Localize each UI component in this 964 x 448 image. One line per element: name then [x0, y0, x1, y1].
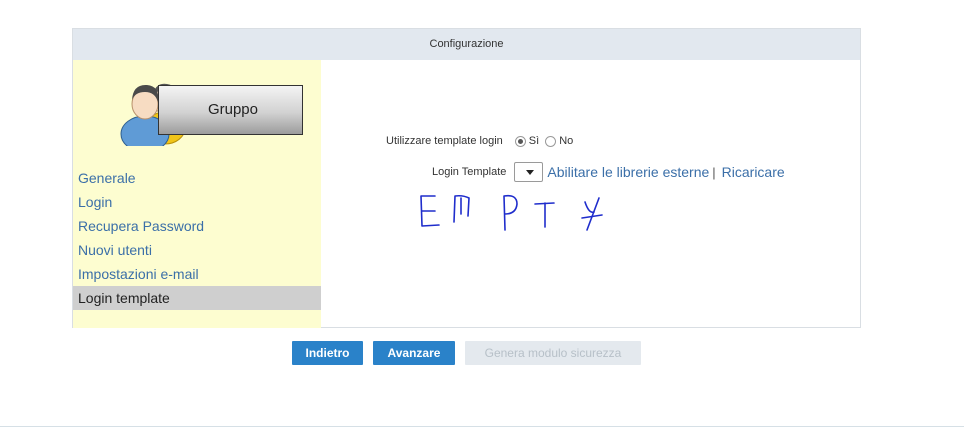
configuration-panel: Configurazione Gruppo Generale Login Rec…	[72, 28, 861, 328]
radio-no[interactable]	[545, 135, 557, 147]
sidebar-item-recupera-password[interactable]: Recupera Password	[73, 214, 321, 238]
sidebar-item-nuovi-utenti[interactable]: Nuovi utenti	[73, 238, 321, 262]
sidebar: Gruppo Generale Login Recupera Password …	[73, 60, 321, 328]
back-button[interactable]: Indietro	[292, 341, 363, 365]
sidebar-item-generale[interactable]: Generale	[73, 166, 321, 190]
sidebar-item-login-template[interactable]: Login template	[73, 286, 321, 310]
sidebar-menu: Generale Login Recupera Password Nuovi u…	[73, 166, 321, 310]
login-template-row: Login Template Abilitare le librerie est…	[432, 162, 785, 182]
radio-yes[interactable]	[514, 135, 526, 147]
sidebar-item-impostazioni-email[interactable]: Impostazioni e-mail	[73, 262, 321, 286]
enable-external-libraries-link[interactable]: Abilitare le librerie esterne	[547, 164, 709, 180]
sidebar-item-login[interactable]: Login	[73, 190, 321, 214]
group-label: Gruppo	[158, 85, 303, 135]
next-button[interactable]: Avanzare	[373, 341, 455, 365]
use-template-label: Utilizzare template login	[386, 135, 503, 147]
handwritten-note	[420, 194, 603, 231]
generate-security-module-button[interactable]: Genera modulo sicurezza	[465, 341, 641, 365]
radio-no-label: No	[559, 135, 574, 147]
login-template-label: Login Template	[432, 166, 507, 178]
use-template-row: Utilizzare template login Sì No	[386, 135, 579, 147]
panel-title: Configurazione	[73, 29, 860, 60]
reload-link[interactable]: Ricaricare	[722, 164, 785, 180]
radio-yes-label: Sì	[528, 135, 540, 147]
footer-divider	[0, 426, 964, 427]
login-template-select[interactable]	[514, 162, 544, 182]
link-separator: |	[712, 164, 716, 180]
